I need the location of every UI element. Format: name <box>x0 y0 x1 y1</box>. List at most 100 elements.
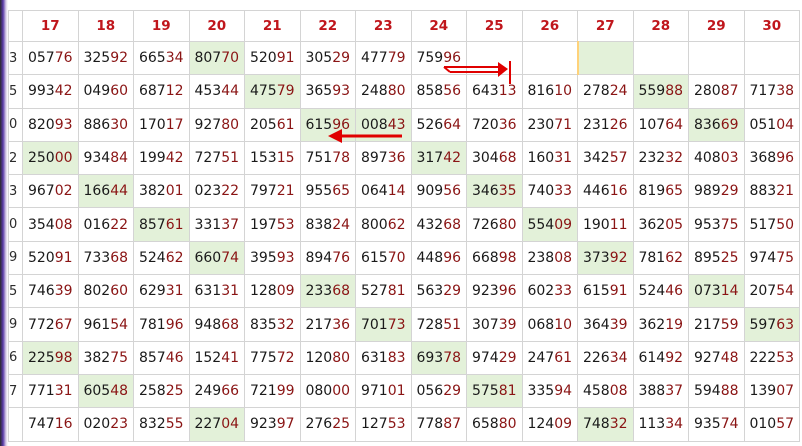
number-cell[interactable]: 69378 <box>410 340 467 375</box>
number-cell[interactable]: 38837 <box>632 373 689 409</box>
number-cell[interactable]: 06810 <box>521 307 578 342</box>
number-cell[interactable]: 66074 <box>188 240 245 276</box>
number-cell[interactable]: 97429 <box>466 340 523 375</box>
number-cell[interactable]: 68712 <box>133 74 190 109</box>
number-cell[interactable]: 45808 <box>577 373 634 409</box>
number-cell[interactable]: 85761 <box>133 207 190 242</box>
number-cell[interactable]: 34635 <box>466 174 523 209</box>
number-cell[interactable]: 19011 <box>577 207 634 242</box>
number-cell[interactable]: 80062 <box>355 207 412 242</box>
number-cell[interactable]: 57581 <box>466 373 523 409</box>
number-cell[interactable]: 23071 <box>521 107 578 142</box>
number-cell[interactable]: 39593 <box>244 240 301 276</box>
number-cell[interactable]: 52091 <box>244 40 301 76</box>
number-cell[interactable]: 83824 <box>299 207 356 242</box>
number-cell[interactable]: 52446 <box>632 274 689 309</box>
number-cell[interactable] <box>576 40 634 76</box>
number-cell[interactable]: 36205 <box>632 207 689 242</box>
number-cell[interactable] <box>743 40 800 76</box>
number-cell[interactable]: 24966 <box>188 373 245 409</box>
number-cell[interactable]: 23368 <box>299 274 356 309</box>
number-cell[interactable]: 27625 <box>299 407 356 442</box>
number-cell[interactable]: 05629 <box>410 373 467 409</box>
number-cell[interactable]: 63183 <box>355 340 412 375</box>
number-cell[interactable]: 98929 <box>688 174 745 209</box>
number-cell[interactable]: 24880 <box>355 74 412 109</box>
number-cell[interactable]: 52091 <box>22 240 79 276</box>
number-cell[interactable]: 59488 <box>688 373 745 409</box>
number-cell[interactable]: 01057 <box>743 407 800 442</box>
number-cell[interactable]: 25000 <box>22 140 79 176</box>
number-cell[interactable] <box>466 40 523 76</box>
number-cell[interactable]: 47579 <box>244 74 301 109</box>
number-cell[interactable]: 05776 <box>22 40 79 76</box>
number-cell[interactable]: 80260 <box>77 274 134 309</box>
number-cell[interactable]: 74033 <box>521 174 578 209</box>
number-cell[interactable]: 05104 <box>743 107 800 142</box>
number-cell[interactable]: 77572 <box>244 340 301 375</box>
number-cell[interactable]: 36896 <box>743 140 800 176</box>
number-cell[interactable]: 32592 <box>77 40 134 76</box>
number-cell[interactable]: 22598 <box>22 340 79 375</box>
number-cell[interactable]: 00843 <box>355 107 412 142</box>
number-cell[interactable]: 88630 <box>77 107 134 142</box>
number-cell[interactable]: 36593 <box>299 74 356 109</box>
number-cell[interactable]: 92396 <box>466 274 523 309</box>
number-cell[interactable]: 78162 <box>632 240 689 276</box>
number-cell[interactable]: 30739 <box>466 307 523 342</box>
number-cell[interactable]: 02322 <box>188 174 245 209</box>
number-cell[interactable]: 37392 <box>577 240 634 276</box>
number-cell[interactable]: 95565 <box>299 174 356 209</box>
number-cell[interactable]: 22704 <box>188 407 245 442</box>
number-cell[interactable]: 70173 <box>355 307 412 342</box>
number-cell[interactable]: 94868 <box>188 307 245 342</box>
number-cell[interactable]: 12753 <box>355 407 412 442</box>
number-cell[interactable]: 16031 <box>521 140 578 176</box>
number-cell[interactable]: 01622 <box>77 207 134 242</box>
number-cell[interactable]: 33137 <box>188 207 245 242</box>
number-cell[interactable]: 89736 <box>355 140 412 176</box>
number-cell[interactable]: 74832 <box>577 407 634 442</box>
number-cell[interactable]: 81610 <box>521 74 578 109</box>
number-cell[interactable]: 21736 <box>299 307 356 342</box>
number-cell[interactable]: 74639 <box>22 274 79 309</box>
number-cell[interactable]: 59763 <box>743 307 800 342</box>
number-cell[interactable]: 63131 <box>188 274 245 309</box>
number-cell[interactable]: 83532 <box>244 307 301 342</box>
number-cell[interactable]: 15241 <box>188 340 245 375</box>
number-cell[interactable]: 77887 <box>410 407 467 442</box>
number-cell[interactable]: 16644 <box>77 174 134 209</box>
number-cell[interactable]: 65880 <box>466 407 523 442</box>
number-cell[interactable]: 66534 <box>133 40 190 76</box>
number-cell[interactable]: 61596 <box>299 107 356 142</box>
number-cell[interactable]: 80770 <box>188 40 245 76</box>
number-cell[interactable]: 73368 <box>77 240 134 276</box>
number-cell[interactable]: 08000 <box>299 373 356 409</box>
number-cell[interactable] <box>521 40 578 76</box>
number-cell[interactable]: 10764 <box>632 107 689 142</box>
number-cell[interactable]: 04960 <box>77 74 134 109</box>
number-cell[interactable]: 43268 <box>410 207 467 242</box>
number-cell[interactable]: 31742 <box>410 140 467 176</box>
number-cell[interactable]: 12080 <box>299 340 356 375</box>
number-cell[interactable]: 60548 <box>77 373 134 409</box>
number-cell[interactable]: 38275 <box>77 340 134 375</box>
number-cell[interactable]: 72680 <box>466 207 523 242</box>
number-cell[interactable]: 07314 <box>688 274 745 309</box>
number-cell[interactable]: 45344 <box>188 74 245 109</box>
number-cell[interactable]: 61492 <box>632 340 689 375</box>
number-cell[interactable]: 30468 <box>466 140 523 176</box>
number-cell[interactable]: 44616 <box>577 174 634 209</box>
number-cell[interactable]: 90956 <box>410 174 467 209</box>
number-cell[interactable]: 83255 <box>133 407 190 442</box>
number-cell[interactable]: 75996 <box>410 40 467 76</box>
number-cell[interactable]: 82093 <box>22 107 79 142</box>
number-cell[interactable]: 72751 <box>188 140 245 176</box>
number-cell[interactable]: 12409 <box>521 407 578 442</box>
number-cell[interactable]: 22634 <box>577 340 634 375</box>
number-cell[interactable]: 92397 <box>244 407 301 442</box>
number-cell[interactable] <box>632 40 689 76</box>
number-cell[interactable]: 72851 <box>410 307 467 342</box>
number-cell[interactable]: 52781 <box>355 274 412 309</box>
number-cell[interactable]: 36439 <box>577 307 634 342</box>
